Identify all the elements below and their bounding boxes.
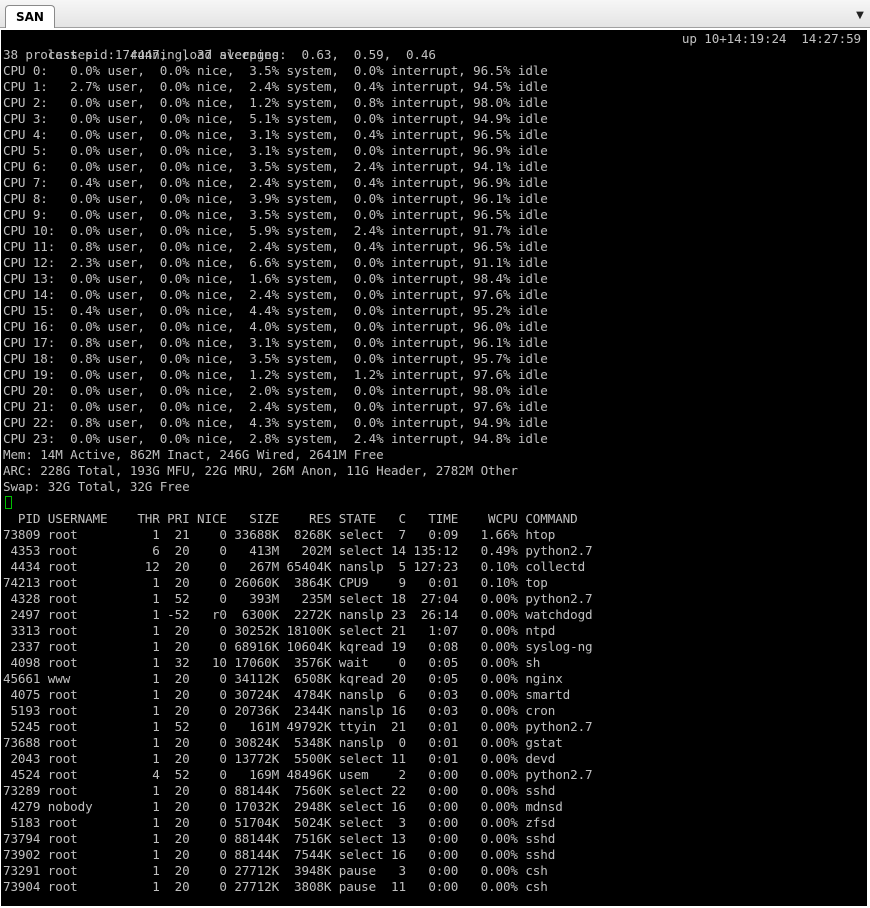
cpu-line: CPU 14: 0.0% user, 0.0% nice, 2.4% syste…	[3, 287, 548, 302]
cpu-line: CPU 6: 0.0% user, 0.0% nice, 3.5% system…	[3, 159, 548, 174]
cpu-line: CPU 21: 0.0% user, 0.0% nice, 2.4% syste…	[3, 399, 548, 414]
cpu-line: CPU 7: 0.4% user, 0.0% nice, 2.4% system…	[3, 175, 548, 190]
cpu-line: CPU 5: 0.0% user, 0.0% nice, 3.1% system…	[3, 143, 548, 158]
table-row: 4328 root 1 52 0 393M 235M select 18 27:…	[3, 591, 593, 606]
cpu-line: CPU 9: 0.0% user, 0.0% nice, 3.5% system…	[3, 207, 548, 222]
table-row: 45661 www 1 20 0 34112K 6508K kqread 20 …	[3, 671, 563, 686]
tab-san[interactable]: SAN	[5, 5, 55, 28]
chevron-down-icon[interactable]: ▼	[854, 9, 866, 21]
table-row: 73809 root 1 21 0 33688K 8268K select 7 …	[3, 527, 556, 542]
table-row: 2043 root 1 20 0 13772K 5500K select 11 …	[3, 751, 556, 766]
table-row: 74213 root 1 20 0 26060K 3864K CPU9 9 0:…	[3, 575, 548, 590]
table-row: 4279 nobody 1 20 0 17032K 2948K select 1…	[3, 799, 563, 814]
table-row: 5183 root 1 20 0 51704K 5024K select 3 0…	[3, 815, 556, 830]
cpu-line: CPU 17: 0.8% user, 0.0% nice, 3.1% syste…	[3, 335, 548, 350]
uptime: up 10+14:19:24 14:27:59	[681, 31, 861, 46]
table-row: 73688 root 1 20 0 30824K 5348K nanslp 0 …	[3, 735, 563, 750]
table-row: 73902 root 1 20 0 88144K 7544K select 16…	[3, 847, 556, 862]
cpu-line: CPU 11: 0.8% user, 0.0% nice, 2.4% syste…	[3, 239, 548, 254]
cpu-line: CPU 1: 2.7% user, 0.0% nice, 2.4% system…	[3, 79, 548, 94]
summary-line: last pid: 74447; load averages: 0.63, 0.…	[3, 31, 867, 62]
cpu-line: CPU 22: 0.8% user, 0.0% nice, 4.3% syste…	[3, 415, 548, 430]
table-row: 5245 root 1 52 0 161M 49792K ttyin 21 0:…	[3, 719, 593, 734]
table-row: 5193 root 1 20 0 20736K 2344K nanslp 16 …	[3, 703, 556, 718]
terminal-window[interactable]: last pid: 74447; load averages: 0.63, 0.…	[1, 30, 867, 906]
table-row: 73289 root 1 20 0 88144K 7560K select 22…	[3, 783, 556, 798]
cpu-line: CPU 19: 0.0% user, 0.0% nice, 1.2% syste…	[3, 367, 548, 382]
cpu-line: CPU 0: 0.0% user, 0.0% nice, 3.5% system…	[3, 63, 548, 78]
cpu-line: CPU 10: 0.0% user, 0.0% nice, 5.9% syste…	[3, 223, 548, 238]
cpu-line: CPU 18: 0.8% user, 0.0% nice, 3.5% syste…	[3, 351, 548, 366]
cpu-line: CPU 8: 0.0% user, 0.0% nice, 3.9% system…	[3, 191, 548, 206]
process-table-header: PID USERNAME THR PRI NICE SIZE RES STATE…	[3, 511, 578, 526]
tab-label: SAN	[16, 10, 44, 24]
mem-line: Mem: 14M Active, 862M Inact, 246G Wired,…	[3, 447, 384, 462]
table-row: 3313 root 1 20 0 30252K 18100K select 21…	[3, 623, 556, 638]
process-summary: 38 processes: 1 running, 37 sleeping	[3, 47, 280, 62]
swap-line: Swap: 32G Total, 32G Free	[3, 479, 190, 494]
table-row: 4075 root 1 20 0 30724K 4784K nanslp 6 0…	[3, 687, 571, 702]
table-row: 4434 root 12 20 0 267M 65404K nanslp 5 1…	[3, 559, 586, 574]
table-row: 4098 root 1 32 10 17060K 3576K wait 0 0:…	[3, 655, 541, 670]
cpu-line: CPU 23: 0.0% user, 0.0% nice, 2.8% syste…	[3, 431, 548, 446]
arc-line: ARC: 228G Total, 193G MFU, 22G MRU, 26M …	[3, 463, 518, 478]
table-row: 2497 root 1 -52 r0 6300K 2272K nanslp 23…	[3, 607, 593, 622]
tab-bar: SAN ▼	[0, 0, 870, 28]
terminal-screen: last pid: 74447; load averages: 0.63, 0.…	[3, 31, 867, 906]
table-row: 73904 root 1 20 0 27712K 3808K pause 11 …	[3, 879, 548, 894]
cpu-line: CPU 3: 0.0% user, 0.0% nice, 5.1% system…	[3, 111, 548, 126]
cpu-line: CPU 16: 0.0% user, 0.0% nice, 4.0% syste…	[3, 319, 548, 334]
table-row: 4353 root 6 20 0 413M 202M select 14 135…	[3, 543, 593, 558]
cpu-line: CPU 2: 0.0% user, 0.0% nice, 1.2% system…	[3, 95, 548, 110]
cpu-line: CPU 12: 2.3% user, 0.0% nice, 6.6% syste…	[3, 255, 548, 270]
table-row: 73794 root 1 20 0 88144K 7516K select 13…	[3, 831, 556, 846]
terminal-cursor	[5, 496, 12, 509]
cpu-line: CPU 13: 0.0% user, 0.0% nice, 1.6% syste…	[3, 271, 548, 286]
cpu-line: CPU 4: 0.0% user, 0.0% nice, 3.1% system…	[3, 127, 548, 142]
table-row: 4524 root 4 52 0 169M 48496K usem 2 0:00…	[3, 767, 593, 782]
cpu-line: CPU 20: 0.0% user, 0.0% nice, 2.0% syste…	[3, 383, 548, 398]
table-row: 2337 root 1 20 0 68916K 10604K kqread 19…	[3, 639, 593, 654]
cpu-line: CPU 15: 0.4% user, 0.0% nice, 4.4% syste…	[3, 303, 548, 318]
table-row: 73291 root 1 20 0 27712K 3948K pause 3 0…	[3, 863, 548, 878]
